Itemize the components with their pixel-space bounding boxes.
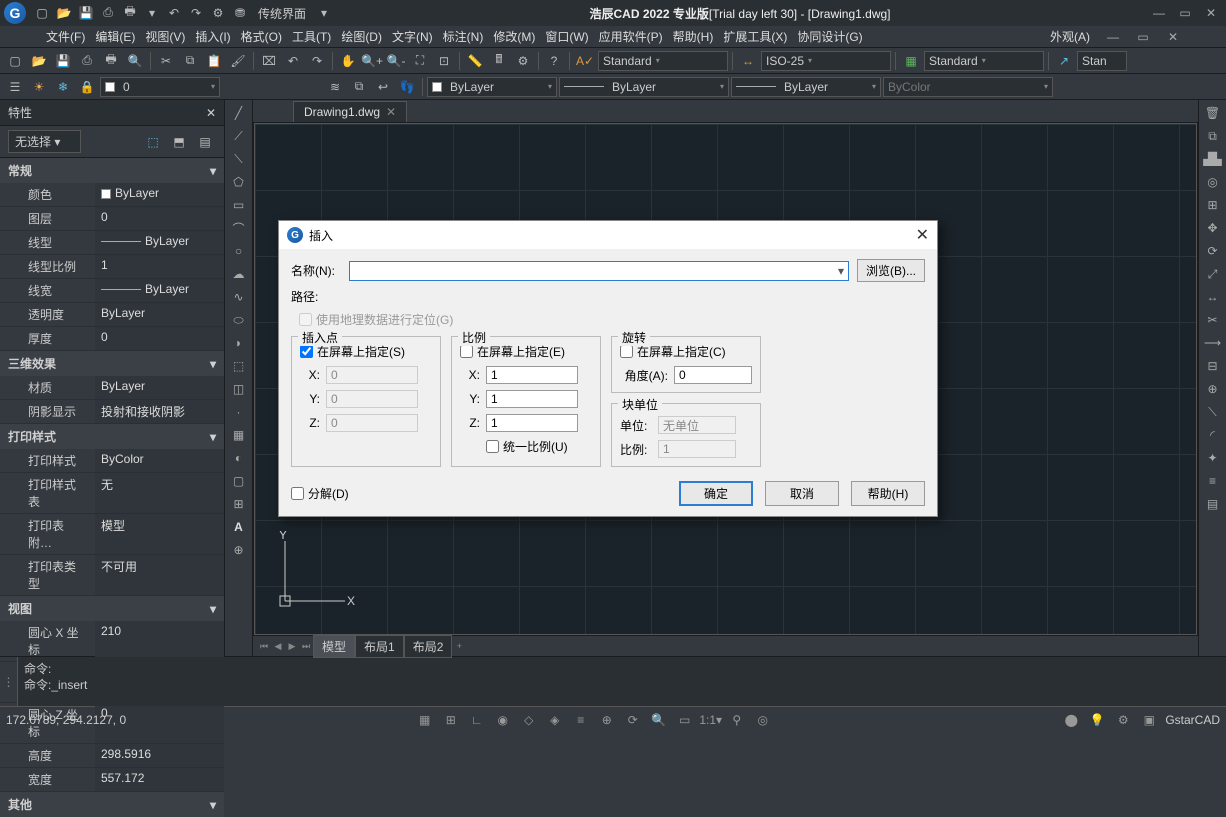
name-combo[interactable]	[349, 261, 849, 281]
ins-x-input	[326, 366, 418, 384]
specify-e-check[interactable]	[460, 345, 473, 358]
ins-z-input	[326, 414, 418, 432]
ok-button[interactable]: 确定	[679, 481, 753, 506]
angle-input[interactable]	[674, 366, 752, 384]
scl-z-input[interactable]	[486, 414, 578, 432]
path-label: 路径:	[291, 288, 341, 305]
unit-display	[658, 416, 736, 434]
explode-check[interactable]	[291, 487, 304, 500]
insert-dialog: G 插入 ✕ 名称(N): 浏览(B)... 路径: 使用地理数据进行定位(G)…	[278, 220, 938, 517]
specify-c-check[interactable]	[620, 345, 633, 358]
dialog-close-icon[interactable]: ✕	[916, 225, 929, 245]
ins-y-input	[326, 390, 418, 408]
ratio-display	[658, 440, 736, 458]
dialog-title: 插入	[309, 227, 333, 244]
scl-y-input[interactable]	[486, 390, 578, 408]
geo-label: 使用地理数据进行定位(G)	[316, 311, 453, 328]
specify-s-check[interactable]	[300, 345, 313, 358]
dialog-logo: G	[287, 227, 303, 243]
section-other[interactable]: 其他▾	[0, 792, 224, 817]
browse-button[interactable]: 浏览(B)...	[857, 259, 925, 282]
prop-height[interactable]: 298.5916	[95, 744, 224, 767]
geo-checkbox	[299, 313, 312, 326]
scl-x-input[interactable]	[486, 366, 578, 384]
name-label: 名称(N):	[291, 262, 341, 279]
help-button[interactable]: 帮助(H)	[851, 481, 925, 506]
prop-width[interactable]: 557.172	[95, 768, 224, 791]
cancel-button[interactable]: 取消	[765, 481, 839, 506]
uniform-check[interactable]	[486, 440, 499, 453]
